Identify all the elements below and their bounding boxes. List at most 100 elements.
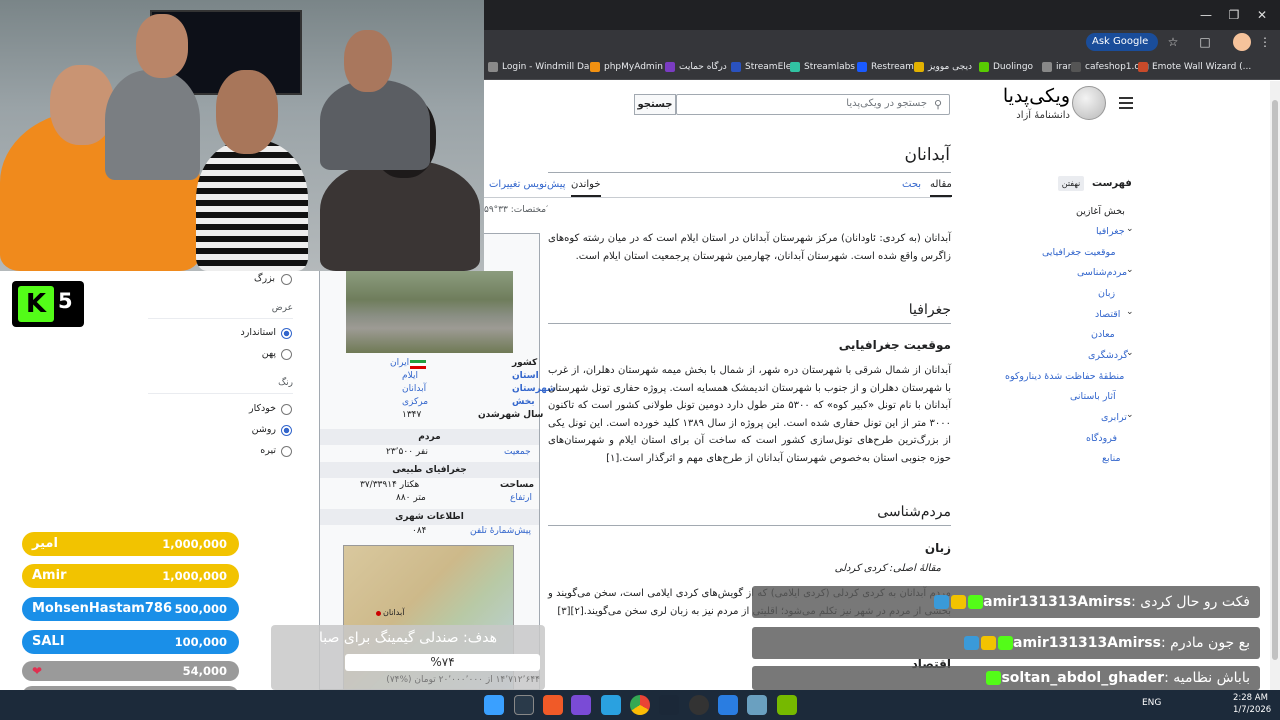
goal-progress-bar: %۷۴ <box>345 654 540 671</box>
toc-item[interactable]: مردم‌شناسی <box>1077 267 1127 281</box>
option-wide-label: پهن <box>261 348 276 359</box>
close-button[interactable]: ✕ <box>1252 6 1272 24</box>
bookmark-star-icon[interactable]: ☆ <box>1164 33 1182 51</box>
bookmark-item[interactable]: StreamEle <box>731 58 791 76</box>
site-tagline: دانشنامهٔ آزاد <box>1016 110 1070 121</box>
infobox-label[interactable]: استان <box>512 371 539 384</box>
area-label: مساحت <box>500 480 535 490</box>
bookmark-item[interactable]: دیجی موویز <box>914 58 972 76</box>
chat-username[interactable]: amir131313Amirss <box>1013 635 1161 651</box>
radio-light[interactable] <box>281 425 292 436</box>
chevron-down-icon[interactable]: ⌄ <box>1126 224 1134 234</box>
chat-username[interactable]: soltan_abdol_ghader <box>1001 670 1164 686</box>
toc-item[interactable]: آثار باستانی <box>1070 391 1116 405</box>
search-input[interactable]: جستجو در ویکی‌پدیا <box>676 94 950 115</box>
bookmark-item[interactable]: Emote Wall Wizard (... <box>1138 58 1251 76</box>
bookmark-item[interactable]: Streamlabs <box>790 58 855 76</box>
toc-item[interactable]: ترابری <box>1101 412 1127 426</box>
chat-text: فکت رو حال کردی <box>1140 594 1250 610</box>
infobox-photo[interactable] <box>346 271 513 353</box>
toc-item[interactable]: اقتصاد <box>1095 309 1120 323</box>
telegram-icon[interactable] <box>601 695 621 715</box>
extensions-icon[interactable]: □ <box>1196 33 1214 51</box>
chrome-icon[interactable] <box>630 695 650 715</box>
toc-hide-button[interactable]: نهفتن <box>1058 176 1084 191</box>
search-button[interactable]: جستجو <box>634 94 676 115</box>
toc-item[interactable]: زبان <box>1098 288 1115 302</box>
radio-dark[interactable] <box>281 446 292 457</box>
chat-username[interactable]: amir131313Amirss <box>983 594 1131 610</box>
ask-google-button[interactable]: Ask Google <box>1086 33 1158 51</box>
settings-icon[interactable] <box>747 695 767 715</box>
start-icon[interactable] <box>484 695 504 715</box>
tab-read[interactable]: خواندن <box>571 179 601 197</box>
toc-item[interactable]: بخش آغازین <box>1076 206 1125 220</box>
steam-icon[interactable] <box>659 695 679 715</box>
bookmark-item[interactable]: درگاه حمایت <box>665 58 727 76</box>
bookmark-favicon-icon <box>590 62 600 72</box>
phone-label[interactable]: پیش‌شمارهٔ تلفن <box>470 526 531 539</box>
app-icon[interactable] <box>718 695 738 715</box>
clock-date[interactable]: 1/7/2026 <box>1233 705 1271 715</box>
minimize-button[interactable]: — <box>1196 6 1216 24</box>
wikipedia-logo-icon[interactable] <box>1072 86 1106 120</box>
population-value: ۲۳٬۵۰۰ نفر <box>386 447 428 457</box>
tab-article[interactable]: مقاله <box>930 179 952 197</box>
bookmark-item[interactable]: Restream <box>857 58 914 76</box>
tab-view-source[interactable]: پیش‌نویس تغییرات <box>489 179 566 197</box>
bookmark-item[interactable]: Duolingo <box>979 58 1033 76</box>
menu-icon[interactable]: ⋮ <box>1256 33 1274 51</box>
toc-item[interactable]: فرودگاه <box>1086 433 1117 447</box>
toc-item[interactable]: معادن <box>1091 329 1115 343</box>
radio-wide[interactable] <box>281 349 292 360</box>
language-indicator[interactable]: ENG <box>1142 698 1161 708</box>
color-heading: رنگ <box>278 378 293 388</box>
chat-separator: : <box>1164 670 1174 686</box>
map-marker-icon <box>376 611 381 616</box>
toc-item[interactable]: منابع <box>1102 453 1121 467</box>
chevron-down-icon[interactable]: ⌄ <box>1126 348 1134 358</box>
elevation-label[interactable]: ارتفاع <box>510 493 532 506</box>
infobox-value[interactable]: آبدانان <box>402 384 426 397</box>
infobox-value[interactable]: مرکزی <box>402 397 428 410</box>
bookmark-item[interactable]: Login - Windmill Da... <box>488 58 598 76</box>
infobox-value[interactable]: ایران <box>390 358 409 371</box>
bookmark-label: Login - Windmill Da... <box>502 62 599 72</box>
app-icon[interactable] <box>571 695 591 715</box>
main-menu-icon[interactable] <box>1119 97 1133 109</box>
search-taskbar-icon[interactable] <box>514 695 534 715</box>
infobox-value[interactable]: ایلام <box>402 371 418 384</box>
clock-time[interactable]: 2:28 AM <box>1233 693 1268 703</box>
infobox-section-city: اطلاعات شهری <box>320 509 539 525</box>
webcam-person <box>320 80 430 170</box>
bookmark-favicon-icon <box>857 62 867 72</box>
chevron-down-icon[interactable]: ⌄ <box>1126 265 1134 275</box>
population-label[interactable]: جمعیت <box>504 447 531 460</box>
toc-item[interactable]: موقعیت جغرافیایی <box>1042 247 1116 261</box>
donor-name: Amir <box>32 568 67 583</box>
radio-standard[interactable] <box>281 328 292 339</box>
maximize-button[interactable]: ❐ <box>1224 6 1244 24</box>
phone-value: ۰۸۴ <box>412 526 427 536</box>
bookmark-favicon-icon <box>1071 62 1081 72</box>
scrollbar-thumb[interactable] <box>1272 100 1278 660</box>
chevron-down-icon[interactable]: ⌄ <box>1126 307 1134 317</box>
toc-item[interactable]: منطقهٔ حفاظت شدهٔ دیناروکوه <box>1005 371 1124 385</box>
chevron-down-icon[interactable]: ⌄ <box>1126 410 1134 420</box>
app-icon[interactable] <box>543 695 563 715</box>
toc-item[interactable]: گردشگری <box>1088 350 1128 364</box>
radio-auto[interactable] <box>281 404 292 415</box>
obs-icon[interactable] <box>689 695 709 715</box>
tab-talk[interactable]: بحث <box>902 179 921 197</box>
main-article-note[interactable]: مقالهٔ اصلی: کردی کردلی <box>761 563 941 574</box>
site-name[interactable]: ویکی‌پدیا <box>990 85 1070 107</box>
bookmark-item[interactable]: iran <box>1042 58 1073 76</box>
nvidia-icon[interactable] <box>777 695 797 715</box>
toc-item[interactable]: جغرافیا <box>1096 226 1125 240</box>
radio-big[interactable] <box>281 274 292 285</box>
infobox-label[interactable]: بخش <box>512 397 535 410</box>
bookmark-item[interactable]: phpMyAdmin <box>590 58 663 76</box>
bookmark-label: Emote Wall Wizard (... <box>1152 62 1252 72</box>
profile-avatar[interactable] <box>1233 33 1251 51</box>
coordinates[interactable]: مختصات: ۳۳°۵۹′ <box>484 205 558 215</box>
